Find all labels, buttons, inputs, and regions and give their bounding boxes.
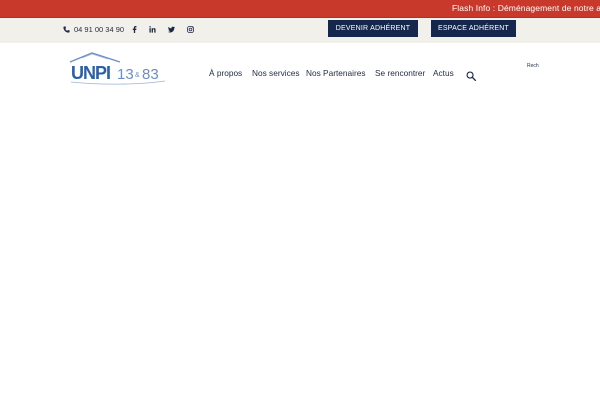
espace-adherent-button[interactable]: ESPACE ADHÉRENT (431, 20, 516, 37)
linkedin-icon[interactable] (147, 24, 157, 34)
flash-info-bar: Flash Info : Déménagement de notre ant (0, 0, 600, 18)
nav-item-actus[interactable]: Actus (433, 68, 454, 78)
twitter-icon[interactable] (166, 24, 176, 34)
flash-info-text[interactable]: Flash Info : Déménagement de notre ant (452, 3, 600, 13)
unpi-logo[interactable]: UNPI 13 & 83 (68, 52, 168, 88)
phone-number: 04 91 00 34 90 (74, 25, 125, 34)
phone-icon (63, 26, 70, 33)
svg-text:13: 13 (117, 66, 134, 83)
main-header: UNPI 13 & 83 À propos Nos services Nos P… (0, 43, 600, 103)
devenir-adherent-button[interactable]: DEVENIR ADHÉRENT (328, 20, 418, 37)
nav-item-a-propos[interactable]: À propos (209, 68, 242, 78)
svg-text:UNPI: UNPI (71, 63, 110, 83)
svg-text:&: & (135, 72, 140, 79)
search-input[interactable] (524, 61, 564, 71)
instagram-icon[interactable] (185, 24, 195, 34)
nav-item-nos-partenaires[interactable]: Nos Partenaires (306, 68, 366, 78)
svg-text:83: 83 (142, 66, 159, 83)
search-icon[interactable] (466, 68, 476, 81)
nav-item-nos-services[interactable]: Nos services (252, 68, 300, 78)
phone-contact[interactable]: 04 91 00 34 90 (63, 25, 124, 34)
facebook-icon[interactable] (129, 24, 139, 34)
top-bar: 04 91 00 34 90 DEVENIR ADHÉRENT ESPACE A… (0, 18, 600, 43)
nav-item-se-rencontrer[interactable]: Se rencontrer (375, 68, 425, 78)
